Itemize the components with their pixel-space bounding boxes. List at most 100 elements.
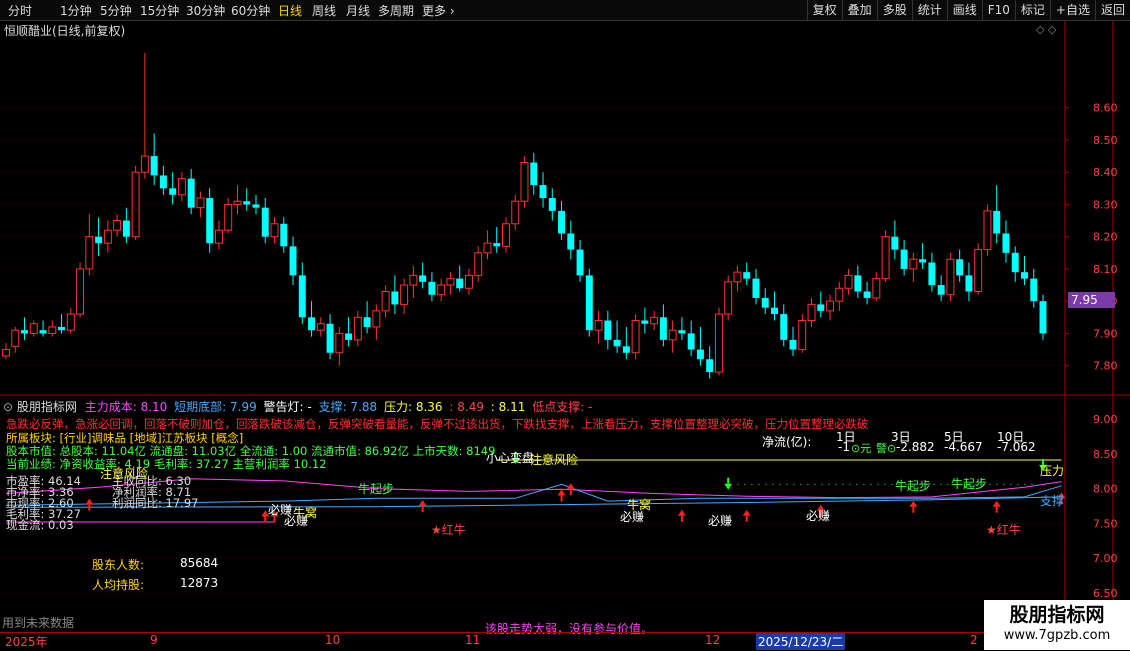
candle-body-down: [1021, 272, 1028, 279]
candle-body-up: [316, 323, 325, 331]
candle-body-down: [252, 204, 260, 208]
net-flow-5d: -4.667: [944, 440, 983, 454]
future-data-note: 用到未来数据: [2, 616, 75, 630]
adjust-button[interactable]: 复权: [806, 0, 842, 20]
period-toolbar: 分时 1分钟 5分钟 15分钟 30分钟 60分钟 日线 周线 月线 多周期 更…: [0, 0, 1130, 21]
candle-body-down: [678, 330, 686, 334]
chart-grid: [0, 20, 1130, 632]
candle-body-up: [381, 290, 390, 312]
panel-diamond-icons[interactable]: ◇ ◇: [1036, 23, 1056, 36]
candle-body-down: [243, 201, 251, 205]
candle-body-up: [214, 229, 223, 244]
candle-body-down: [419, 275, 427, 282]
candle-body-up: [85, 236, 94, 270]
period-tab-monthly[interactable]: 月线: [346, 2, 370, 19]
legend-warning-light: 警告灯: -: [263, 400, 312, 414]
statistics-button[interactable]: 统计: [911, 0, 947, 20]
candle-body-down: [298, 275, 306, 318]
candle-body-up: [511, 200, 520, 225]
candle-body-up: [233, 200, 242, 205]
candle-body-down: [326, 323, 334, 353]
date-label-12: 12: [705, 633, 721, 647]
price-tick-label: 8.20: [1093, 231, 1118, 244]
red-up-arrow: [418, 500, 427, 506]
f10-button[interactable]: F10: [981, 0, 1015, 20]
candle-body-up: [909, 258, 918, 270]
period-tab-multi[interactable]: 多周期: [378, 2, 414, 19]
price-tick-label: 8.60: [1093, 102, 1118, 115]
overlay-button[interactable]: 叠加: [841, 0, 877, 20]
candle-body-down: [122, 220, 130, 237]
candle-body-up: [983, 210, 992, 251]
candle-body-down: [530, 162, 538, 186]
performance-line: 当前业绩: 净资收益率: 4.19 毛利率: 37.27 主营利润率 10.12: [6, 457, 327, 471]
period-tab-1min[interactable]: 1分钟: [60, 2, 92, 19]
candle-body-down: [706, 359, 714, 373]
legend-low-support: 低点支撑: -: [532, 400, 593, 414]
legend-pressure: 压力: 8.36: [383, 400, 443, 414]
main-chart-title: 恒顺醋业(日线,前复权): [4, 24, 126, 38]
candle-body-down: [937, 285, 945, 295]
red-up-arrow: [557, 489, 566, 496]
candle-body-up: [48, 326, 57, 334]
red-up-arrow: [992, 500, 1001, 507]
candle-body-down: [289, 246, 297, 276]
period-tab-weekly[interactable]: 周线: [312, 2, 336, 19]
legend-short-bottom: 短期底部: 7.99: [174, 400, 257, 414]
candle-body-down: [345, 333, 353, 340]
period-tab-15min[interactable]: 15分钟: [140, 2, 179, 19]
candle-body-up: [409, 274, 418, 286]
period-tab-minute[interactable]: 分时: [8, 2, 32, 19]
cash-flow: 现金流: 0.03: [6, 518, 74, 532]
candle-body-down: [539, 185, 547, 198]
per-capita-label: 人均持股:: [92, 578, 145, 592]
period-tab-30min[interactable]: 30分钟: [186, 2, 225, 19]
net-flow-10d: -7.062: [997, 440, 1036, 454]
candle-body-up: [177, 178, 186, 196]
candle-body-up: [437, 284, 446, 296]
date-label-9: 9: [150, 633, 158, 647]
indicator-name[interactable]: 股朋指标网: [17, 400, 77, 414]
candle-body-down: [58, 326, 66, 331]
candle-body-up: [400, 284, 409, 305]
candle-body-down: [21, 330, 28, 334]
red-up-arrow: [742, 509, 751, 516]
red-up-arrow: [677, 509, 686, 516]
candle-body-down: [428, 281, 436, 295]
annotation-red-bull-2: ★红牛: [986, 523, 1021, 537]
candle-body-up: [224, 203, 233, 231]
candle-body-down: [159, 175, 167, 189]
red-bull-label-2: 红牛: [996, 523, 1021, 537]
candle-body-up: [270, 223, 279, 238]
collapse-icon[interactable]: ⊙: [3, 400, 13, 414]
green-down-arrow: [724, 483, 733, 490]
draw-line-button[interactable]: 画线: [946, 0, 982, 20]
current-price-tag: 7.95: [1068, 292, 1115, 308]
price-tick-label: 7.90: [1093, 327, 1118, 340]
candle-body-up: [520, 162, 529, 202]
candle-body-down: [1011, 252, 1019, 273]
candle-body-up: [872, 278, 881, 299]
annotation-support: 支撑: [1040, 494, 1065, 508]
legend-support: 支撑: 7.88: [318, 400, 378, 414]
red-bull-label-1: 红牛: [441, 523, 466, 537]
candle-body-down: [965, 275, 973, 292]
period-tab-60min[interactable]: 60分钟: [231, 2, 270, 19]
multi-stock-button[interactable]: 多股: [876, 0, 912, 20]
candle-body-down: [993, 210, 1001, 234]
date-label-10: 10: [325, 633, 341, 647]
flow-symbol-2: 警⊙: [876, 442, 897, 455]
add-watchlist-button[interactable]: +自选: [1049, 0, 1095, 20]
candle-body-down: [39, 330, 47, 334]
candlestick-series: [2, 52, 1047, 379]
cursor-date-tag: 2025/12/23/二: [756, 633, 846, 650]
candle-body-up: [335, 332, 344, 354]
back-button[interactable]: 返回: [1094, 0, 1130, 20]
period-tab-more[interactable]: 更多 ›: [422, 2, 455, 19]
period-tab-daily[interactable]: 日线: [278, 2, 302, 19]
candle-body-up: [446, 278, 455, 286]
candle-body-down: [891, 236, 899, 250]
period-tab-5min[interactable]: 5分钟: [100, 2, 132, 19]
profit-yoy: 利润同比: 17.97: [112, 496, 199, 510]
mark-button[interactable]: 标记: [1014, 0, 1050, 20]
